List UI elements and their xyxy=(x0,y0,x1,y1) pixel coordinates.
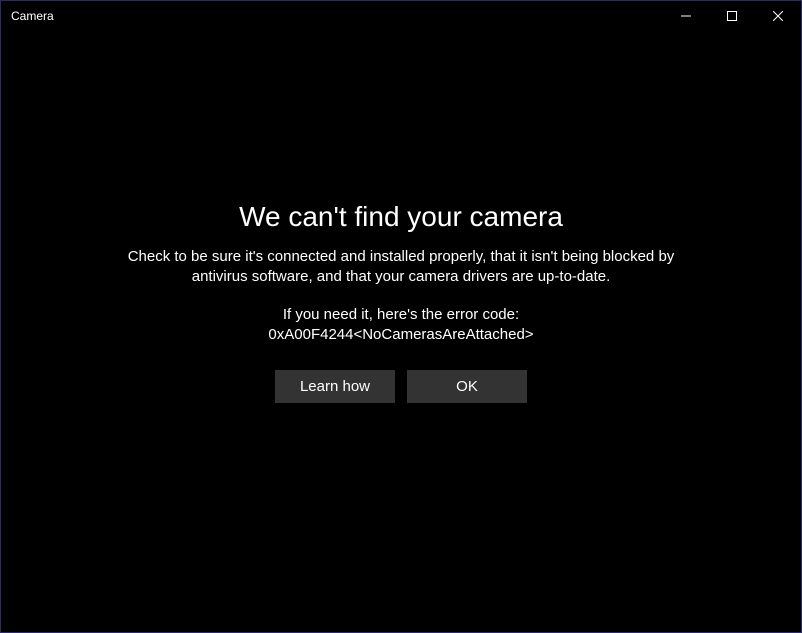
button-row: Learn how OK xyxy=(275,370,527,403)
error-description: Check to be sure it's connected and inst… xyxy=(121,247,681,288)
error-code: 0xA00F4244<NoCamerasAreAttached> xyxy=(268,325,533,345)
titlebar: Camera xyxy=(1,1,801,31)
error-heading: We can't find your camera xyxy=(239,201,563,233)
close-button[interactable] xyxy=(755,1,801,31)
titlebar-controls xyxy=(663,1,801,31)
ok-button[interactable]: OK xyxy=(407,370,527,403)
window-title: Camera xyxy=(1,9,663,23)
error-code-intro: If you need it, here's the error code: xyxy=(283,305,519,325)
maximize-button[interactable] xyxy=(709,1,755,31)
minimize-icon xyxy=(681,9,691,24)
learn-how-button[interactable]: Learn how xyxy=(275,370,395,403)
minimize-button[interactable] xyxy=(663,1,709,31)
maximize-icon xyxy=(727,9,737,24)
error-content: We can't find your camera Check to be su… xyxy=(1,31,801,632)
close-icon xyxy=(773,9,783,24)
